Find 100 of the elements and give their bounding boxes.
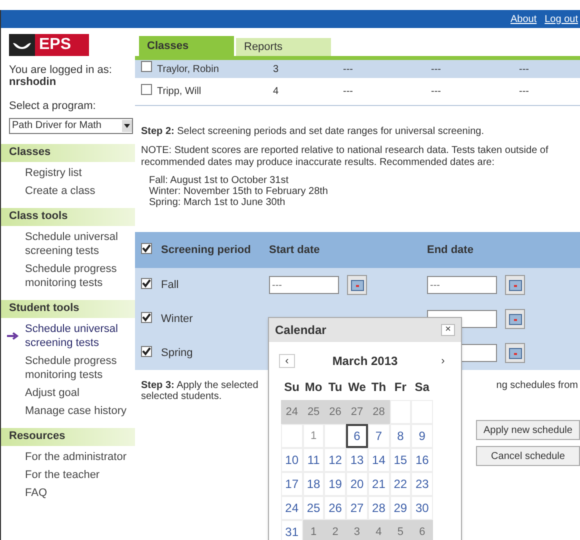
calendar-day[interactable]: 13 <box>346 448 368 472</box>
student-name: Traylor, Robin <box>157 62 220 76</box>
calendar-day[interactable]: 6 <box>346 424 368 448</box>
date-field[interactable]: --- <box>269 276 339 294</box>
section-header: Student tools <box>1 300 135 318</box>
calendar-day: 1 <box>302 520 324 540</box>
calendar-day[interactable]: 22 <box>390 472 412 496</box>
calendar-day[interactable]: 11 <box>302 448 324 472</box>
calendar-button[interactable] <box>347 275 367 295</box>
calendar-day[interactable]: 23 <box>411 472 433 496</box>
previous-month-button[interactable]: ‹ <box>279 354 295 368</box>
program-label: Select a program: <box>8 99 97 114</box>
recommended-date: Spring: March 1st to June 30th <box>149 197 286 208</box>
sidebar-link[interactable]: Schedule universal screening tests <box>25 322 131 350</box>
grade: 4 <box>273 85 280 99</box>
calendar-day[interactable]: 24 <box>281 496 303 520</box>
next-month-button[interactable]: › <box>435 354 451 368</box>
close-button[interactable]: × <box>441 324 455 336</box>
calendar-day[interactable]: 16 <box>411 448 433 472</box>
calendar-day[interactable]: 20 <box>346 472 368 496</box>
table-cell-text: --- <box>343 62 354 76</box>
note-text: NOTE: Student scores are reported relative to national research data. Tests taken outside of recommended dates may produce inaccurate results. Recommended dates are: <box>141 145 550 169</box>
calendar-icon <box>508 314 522 324</box>
calendar-day[interactable]: 27 <box>346 496 368 520</box>
checkbox[interactable] <box>141 242 152 254</box>
tab[interactable]: Classes <box>139 36 234 56</box>
grade: 3 <box>273 62 280 76</box>
action-button[interactable]: Apply new schedule <box>476 420 580 440</box>
table-cell-text: --- <box>431 85 442 99</box>
top-link[interactable]: About <box>510 12 537 26</box>
checkbox[interactable] <box>141 312 152 323</box>
calendar-day[interactable]: 14 <box>368 448 390 472</box>
tab[interactable]: Reports <box>236 38 331 56</box>
recommended-date: Winter: November 15th to February 28th <box>149 186 329 197</box>
weekday-label: Tu <box>327 379 344 396</box>
sidebar-link[interactable]: Create a class <box>25 184 131 198</box>
checkbox[interactable] <box>141 278 152 289</box>
checkbox[interactable] <box>141 84 152 94</box>
table-cell-text: --- <box>431 62 442 76</box>
calendar-day: 6 <box>411 520 433 540</box>
calendar-day[interactable]: 28 <box>368 496 390 520</box>
action-button[interactable]: Cancel schedule <box>476 446 580 466</box>
login-label: You are logged in as: <box>8 64 113 76</box>
calendar-day: 28 <box>368 400 390 424</box>
recommended-date: Fall: August 1st to October 31st <box>149 175 290 186</box>
calendar-day: 2 <box>324 520 346 540</box>
section-header: Classes <box>1 144 135 162</box>
calendar-day: 5 <box>390 520 412 540</box>
eps-logo: EPS <box>9 34 89 56</box>
empty-day-cell <box>390 400 412 424</box>
calendar-day[interactable]: 26 <box>324 496 346 520</box>
calendar-day[interactable]: 19 <box>324 472 346 496</box>
date-field[interactable]: --- <box>427 276 497 294</box>
checkbox[interactable] <box>141 61 152 72</box>
column-header: Start date <box>269 242 321 258</box>
column-header: Screening period <box>160 242 252 258</box>
student-name: Tripp, Will <box>157 85 202 99</box>
calendar-icon <box>350 280 364 290</box>
sidebar-link[interactable]: For the administrator <box>25 450 131 464</box>
program-select[interactable]: Path Driver for Math <box>9 118 133 134</box>
sidebar-link[interactable]: Adjust goal <box>25 386 131 400</box>
calendar-day[interactable]: 25 <box>302 496 324 520</box>
calendar-button[interactable] <box>505 309 525 329</box>
calendar-day[interactable]: 15 <box>390 448 412 472</box>
top-link[interactable]: Log out <box>544 12 578 26</box>
calendar-day[interactable]: 21 <box>368 472 390 496</box>
step-3-text: ng schedules from <box>496 380 579 393</box>
sidebar-link[interactable]: Schedule progress monitoring tests <box>25 354 131 382</box>
period-name: Winter <box>160 312 194 327</box>
calendar-day[interactable]: 30 <box>411 496 433 520</box>
calendar-day[interactable]: 10 <box>281 448 303 472</box>
calendar-title: Calendar <box>275 322 326 339</box>
sidebar-link[interactable]: Schedule progress monitoring tests <box>25 262 131 290</box>
calendar-button[interactable] <box>505 343 525 363</box>
calendar-icon <box>508 348 522 358</box>
sidebar-link[interactable]: Manage case history <box>25 404 131 418</box>
sidebar-link[interactable]: Schedule universal screening tests <box>25 230 131 258</box>
username: nrshodin <box>8 76 58 88</box>
step-3-text: selected students. <box>141 391 223 402</box>
calendar-day[interactable]: 12 <box>324 448 346 472</box>
weekday-label: We <box>347 379 367 396</box>
calendar-day[interactable]: 8 <box>390 424 412 448</box>
table-cell-text: --- <box>343 85 354 99</box>
month-label: March 2013 <box>332 353 398 370</box>
calendar-day[interactable]: 29 <box>390 496 412 520</box>
checkbox[interactable] <box>141 346 152 357</box>
sidebar-link[interactable]: For the teacher <box>25 468 131 482</box>
section-header: Resources <box>1 428 135 446</box>
calendar-day[interactable]: 9 <box>411 424 433 448</box>
section-header: Class tools <box>1 208 135 226</box>
sidebar-link[interactable]: FAQ <box>25 486 131 500</box>
calendar-button[interactable] <box>505 275 525 295</box>
weekday-label: Fr <box>393 379 408 396</box>
calendar-day[interactable]: 18 <box>302 472 324 496</box>
sidebar-link[interactable]: Registry list <box>25 166 131 180</box>
column-header: End date <box>427 242 474 258</box>
weekday-label: Th <box>370 379 388 396</box>
calendar-day[interactable]: 17 <box>281 472 303 496</box>
calendar-day: 3 <box>346 520 368 540</box>
calendar-day[interactable]: 7 <box>368 424 390 448</box>
